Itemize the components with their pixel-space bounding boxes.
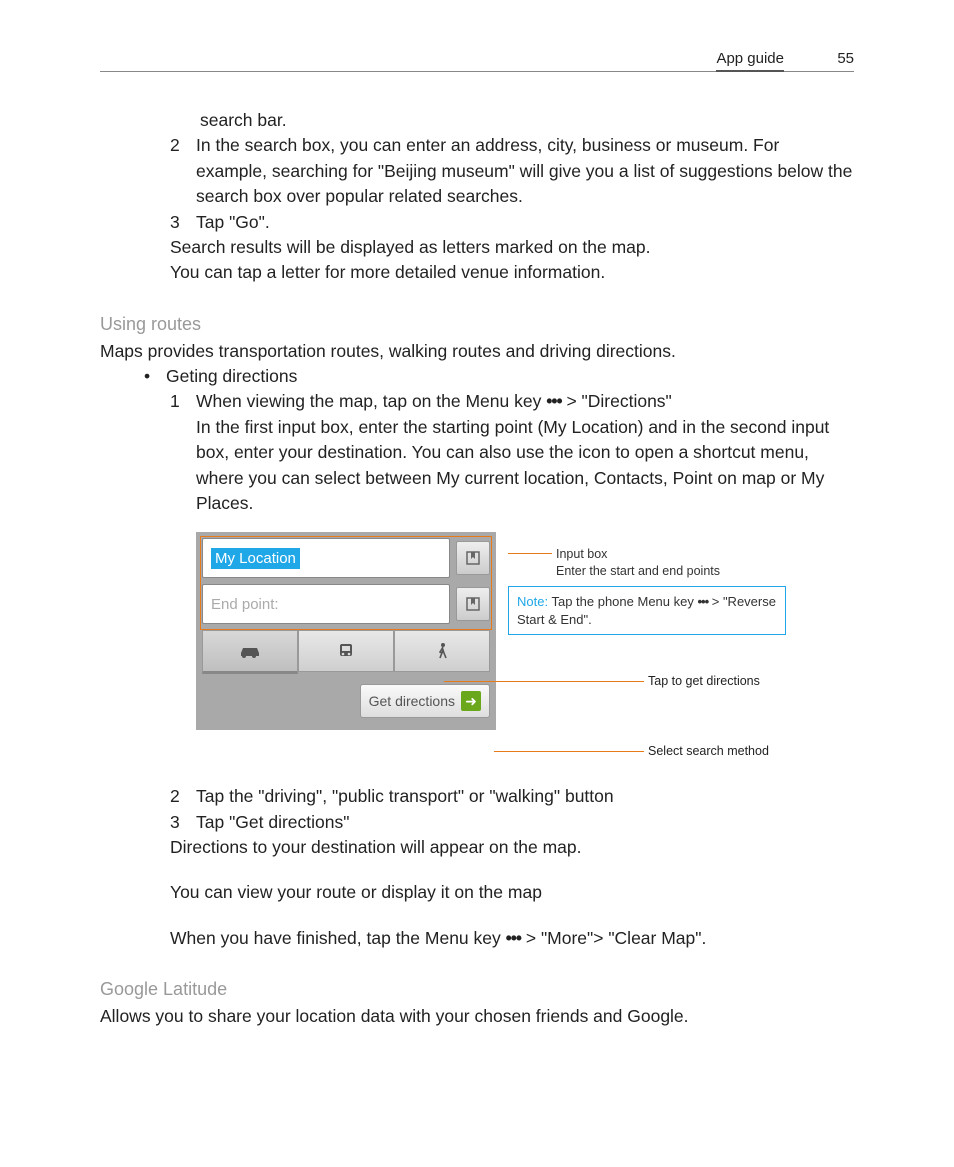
- list-text: Tap "Get directions": [196, 810, 854, 835]
- list-number: 2: [170, 784, 196, 809]
- input-row: End point:: [202, 584, 490, 624]
- section-heading: Google Latitude: [100, 979, 854, 1000]
- callout-leader: [444, 681, 644, 682]
- list-item: 1 When viewing the map, tap on the Menu …: [170, 389, 854, 516]
- list-item: 2 Tap the "driving", "public transport" …: [170, 784, 854, 809]
- body-text: When you have finished, tap the Menu key…: [170, 926, 854, 951]
- mode-driving[interactable]: [202, 630, 298, 674]
- list-item: 3 Tap "Get directions": [170, 810, 854, 835]
- page-header: App guide 55: [100, 50, 854, 72]
- callout-text: Select search method: [648, 744, 769, 758]
- body-text: You can tap a letter for more detailed v…: [170, 260, 854, 285]
- lower-callouts: Tap to get directions Select search meth…: [196, 674, 854, 758]
- list-text: In the search box, you can enter an addr…: [196, 133, 854, 209]
- bullet-item: • Geting directions: [100, 364, 854, 389]
- callout-text: Input box Enter the start and end points: [556, 546, 720, 580]
- bullet-dot: •: [144, 364, 166, 389]
- end-input[interactable]: End point:: [202, 584, 450, 624]
- body-text: Maps provides transportation routes, wal…: [100, 339, 854, 364]
- list-item: 2 In the search box, you can enter an ad…: [170, 133, 854, 209]
- callout-leader: [508, 553, 552, 554]
- note-label: Note:: [517, 594, 548, 609]
- callouts: Input box Enter the start and end points…: [508, 532, 786, 645]
- end-placeholder: End point:: [211, 596, 279, 613]
- header-title: App guide: [716, 50, 784, 72]
- top-block: search bar.: [100, 108, 854, 133]
- input-row: My Location: [202, 538, 490, 578]
- bookmark-icon[interactable]: [456, 541, 490, 575]
- callout: Select search method: [494, 744, 854, 758]
- body-text: Search results will be displayed as lett…: [170, 235, 854, 260]
- callout-leader: [494, 751, 644, 752]
- menu-key-icon: •••: [697, 594, 708, 609]
- menu-key-icon: •••: [506, 928, 521, 948]
- note-box: Note: Tap the phone Menu key ••• > "Reve…: [508, 586, 786, 635]
- list-text: When viewing the map, tap on the Menu ke…: [196, 389, 854, 516]
- list-number: 3: [170, 210, 196, 235]
- routes-list: 1 When viewing the map, tap on the Menu …: [100, 389, 854, 516]
- mode-row: [202, 630, 490, 674]
- list-text: Tap "Go".: [196, 210, 854, 235]
- list-text: Tap the "driving", "public transport" or…: [196, 784, 854, 809]
- section-heading: Using routes: [100, 314, 854, 335]
- my-location-chip: My Location: [211, 548, 300, 569]
- callout: Tap to get directions: [444, 674, 854, 688]
- mode-walking[interactable]: [394, 630, 490, 672]
- list-number: 2: [170, 133, 196, 209]
- continuation-text: search bar.: [200, 108, 854, 133]
- menu-key-icon: •••: [546, 391, 561, 411]
- callout-text: Tap to get directions: [648, 674, 760, 688]
- list-number: 1: [170, 389, 196, 516]
- page-number: 55: [824, 50, 854, 67]
- start-input[interactable]: My Location: [202, 538, 450, 578]
- list-item: 3 Tap "Go".: [170, 210, 854, 235]
- bookmark-icon[interactable]: [456, 587, 490, 621]
- body-text: Directions to your destination will appe…: [170, 835, 854, 860]
- callout: Input box Enter the start and end points: [508, 546, 786, 580]
- top-list: 2 In the search box, you can enter an ad…: [100, 133, 854, 285]
- body-text: You can view your route or display it on…: [170, 880, 854, 905]
- list-text-cont: In the first input box, enter the starti…: [196, 415, 854, 517]
- list-number: 3: [170, 810, 196, 835]
- after-list: 2 Tap the "driving", "public transport" …: [100, 784, 854, 951]
- bullet-text: Geting directions: [166, 364, 297, 389]
- body-text: Allows you to share your location data w…: [100, 1004, 854, 1029]
- mode-transit[interactable]: [298, 630, 394, 672]
- document-page: App guide 55 search bar. 2 In the search…: [0, 0, 954, 1090]
